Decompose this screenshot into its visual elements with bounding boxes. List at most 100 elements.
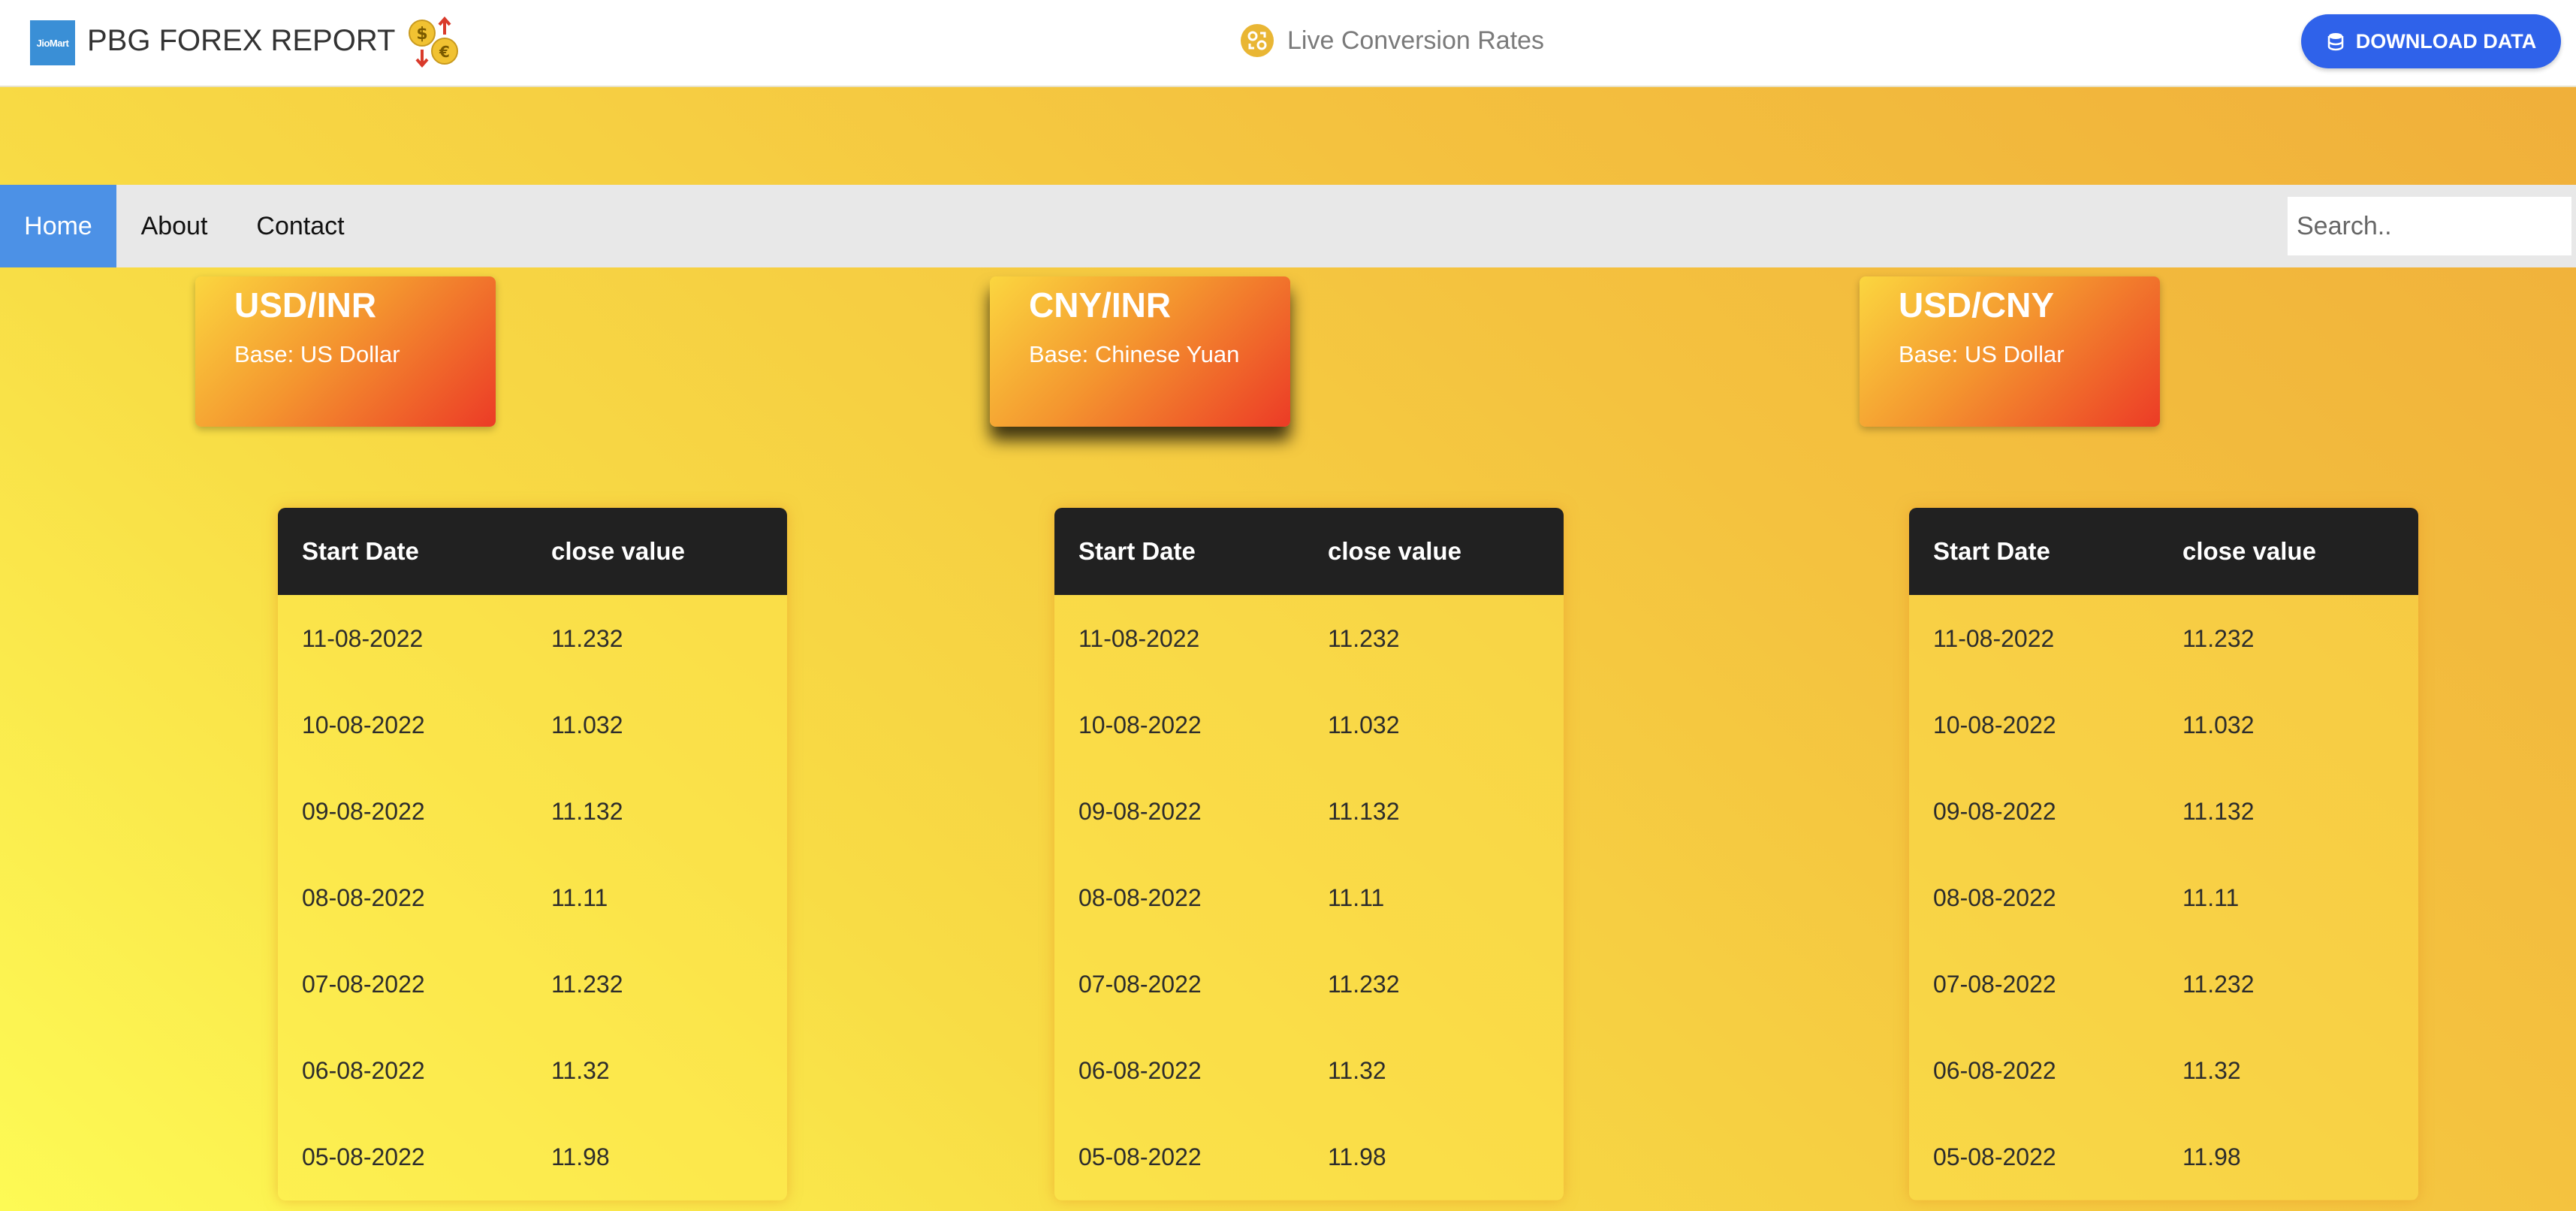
cell-start-date: 10-08-2022 (1078, 711, 1202, 738)
rate-table-usd-inr: Start Date close value 11-08-2022 11.232 … (278, 508, 787, 1200)
table-header: Start Date close value (1054, 508, 1564, 595)
cell-close-value: 11.132 (551, 798, 623, 825)
cell-start-date: 08-08-2022 (1933, 884, 2056, 911)
cell-close-value: 11.32 (551, 1057, 610, 1084)
column-header-close-value[interactable]: close value (1328, 536, 1461, 566)
table-row[interactable]: 10-08-2022 11.032 (1909, 681, 2418, 768)
cell-start-date: 09-08-2022 (302, 798, 425, 825)
jiomart-logo[interactable]: JioMart (30, 20, 75, 65)
cell-close-value: 11.98 (551, 1143, 610, 1170)
cell-start-date: 06-08-2022 (1078, 1057, 1202, 1084)
top-header: JioMart PBG FOREX REPORT $ € Live Conver… (0, 0, 2576, 87)
cell-close-value: 11.11 (1328, 884, 1385, 911)
cell-start-date: 07-08-2022 (1078, 971, 1202, 998)
download-data-button[interactable]: DOWNLOAD DATA (2301, 14, 2561, 68)
table-row[interactable]: 07-08-2022 11.232 (1909, 941, 2418, 1027)
currency-exchange-icon: $ € (409, 17, 458, 68)
live-conversion-rates[interactable]: Live Conversion Rates (1241, 21, 1544, 60)
logo-text: JioMart (36, 37, 69, 49)
card-pair-label: USD/INR (234, 285, 377, 325)
cell-start-date: 10-08-2022 (1933, 711, 2056, 738)
live-rates-label: Live Conversion Rates (1287, 26, 1545, 55)
cell-start-date: 06-08-2022 (1933, 1057, 2056, 1084)
table-header: Start Date close value (278, 508, 787, 595)
cell-close-value: 11.232 (1328, 625, 1400, 652)
cell-close-value: 11.32 (1328, 1057, 1386, 1084)
rate-table-usd-cny: Start Date close value 11-08-2022 11.232 … (1909, 508, 2418, 1200)
svg-text:€: € (439, 43, 450, 61)
cell-start-date: 05-08-2022 (1933, 1143, 2056, 1170)
table-row[interactable]: 06-08-2022 11.32 (278, 1027, 787, 1113)
card-pair-label: CNY/INR (1029, 285, 1172, 325)
table-row[interactable]: 06-08-2022 11.32 (1909, 1027, 2418, 1113)
table-row[interactable]: 08-08-2022 11.11 (278, 854, 787, 941)
column-header-start-date[interactable]: Start Date (1078, 536, 1196, 566)
cell-close-value: 11.98 (1328, 1143, 1386, 1170)
column-header-close-value[interactable]: close value (551, 536, 685, 566)
nav-about[interactable]: About (116, 185, 232, 267)
table-row[interactable]: 11-08-2022 11.232 (1054, 595, 1564, 681)
card-base-label: Base: US Dollar (1899, 341, 2065, 367)
cell-start-date: 05-08-2022 (302, 1143, 425, 1170)
cell-start-date: 11-08-2022 (1933, 625, 2055, 652)
table-body: 11-08-2022 11.232 10-08-2022 11.032 09-08-… (1054, 595, 1564, 1200)
column-header-close-value[interactable]: close value (2182, 536, 2316, 566)
cell-start-date: 07-08-2022 (302, 971, 425, 998)
cell-start-date: 09-08-2022 (1078, 798, 1202, 825)
cell-start-date: 08-08-2022 (302, 884, 425, 911)
cell-close-value: 11.11 (551, 884, 608, 911)
table-row[interactable]: 10-08-2022 11.032 (1054, 681, 1564, 768)
nav-contact[interactable]: Contact (232, 185, 369, 267)
cell-start-date: 07-08-2022 (1933, 971, 2056, 998)
currency-card-usd-cny[interactable]: USD/CNY Base: US Dollar (1860, 276, 2160, 427)
table-row[interactable]: 08-08-2022 11.11 (1909, 854, 2418, 941)
live-rates-icon (1241, 24, 1274, 57)
cell-start-date: 05-08-2022 (1078, 1143, 1202, 1170)
search-input[interactable] (2288, 197, 2571, 255)
rate-table-cny-inr: Start Date close value 11-08-2022 11.232 … (1054, 508, 1564, 1200)
cell-close-value: 11.232 (551, 971, 623, 998)
table-header: Start Date close value (1909, 508, 2418, 595)
cell-close-value: 11.32 (2182, 1057, 2241, 1084)
table-row[interactable]: 05-08-2022 11.98 (1909, 1113, 2418, 1200)
cell-close-value: 11.232 (2182, 971, 2255, 998)
cell-start-date: 09-08-2022 (1933, 798, 2056, 825)
table-row[interactable]: 09-08-2022 11.132 (1909, 768, 2418, 854)
table-row[interactable]: 09-08-2022 11.132 (1054, 768, 1564, 854)
cell-start-date: 10-08-2022 (302, 711, 425, 738)
cell-close-value: 11.132 (2182, 798, 2255, 825)
main-nav: Home About Contact (0, 185, 2576, 267)
currency-card-cny-inr[interactable]: CNY/INR Base: Chinese Yuan (990, 276, 1290, 427)
table-body: 11-08-2022 11.232 10-08-2022 11.032 09-08-… (1909, 595, 2418, 1200)
cell-close-value: 11.232 (551, 625, 623, 652)
table-row[interactable]: 08-08-2022 11.11 (1054, 854, 1564, 941)
cell-start-date: 11-08-2022 (302, 625, 424, 652)
table-row[interactable]: 07-08-2022 11.232 (1054, 941, 1564, 1027)
table-row[interactable]: 05-08-2022 11.98 (278, 1113, 787, 1200)
currency-card-usd-inr[interactable]: USD/INR Base: US Dollar (195, 276, 496, 427)
cell-close-value: 11.11 (2182, 884, 2240, 911)
column-header-start-date[interactable]: Start Date (302, 536, 419, 566)
table-row[interactable]: 07-08-2022 11.232 (278, 941, 787, 1027)
app-title: PBG FOREX REPORT (87, 24, 396, 57)
cell-close-value: 11.132 (1328, 798, 1400, 825)
nav-home[interactable]: Home (0, 185, 116, 267)
table-row[interactable]: 05-08-2022 11.98 (1054, 1113, 1564, 1200)
table-row[interactable]: 11-08-2022 11.232 (1909, 595, 2418, 681)
table-row[interactable]: 09-08-2022 11.132 (278, 768, 787, 854)
cell-close-value: 11.032 (1328, 711, 1400, 738)
card-pair-label: USD/CNY (1899, 285, 2055, 325)
cell-close-value: 11.032 (2182, 711, 2255, 738)
cell-close-value: 11.98 (2182, 1143, 2241, 1170)
card-base-label: Base: US Dollar (234, 341, 400, 367)
cell-close-value: 11.232 (2182, 625, 2255, 652)
table-row[interactable]: 10-08-2022 11.032 (278, 681, 787, 768)
column-header-start-date[interactable]: Start Date (1933, 536, 2050, 566)
table-row[interactable]: 11-08-2022 11.232 (278, 595, 787, 681)
table-body: 11-08-2022 11.232 10-08-2022 11.032 09-08-… (278, 595, 787, 1200)
download-data-label: DOWNLOAD DATA (2355, 29, 2537, 53)
cell-start-date: 08-08-2022 (1078, 884, 1202, 911)
card-base-label: Base: Chinese Yuan (1029, 341, 1240, 367)
cell-start-date: 11-08-2022 (1078, 625, 1200, 652)
table-row[interactable]: 06-08-2022 11.32 (1054, 1027, 1564, 1113)
